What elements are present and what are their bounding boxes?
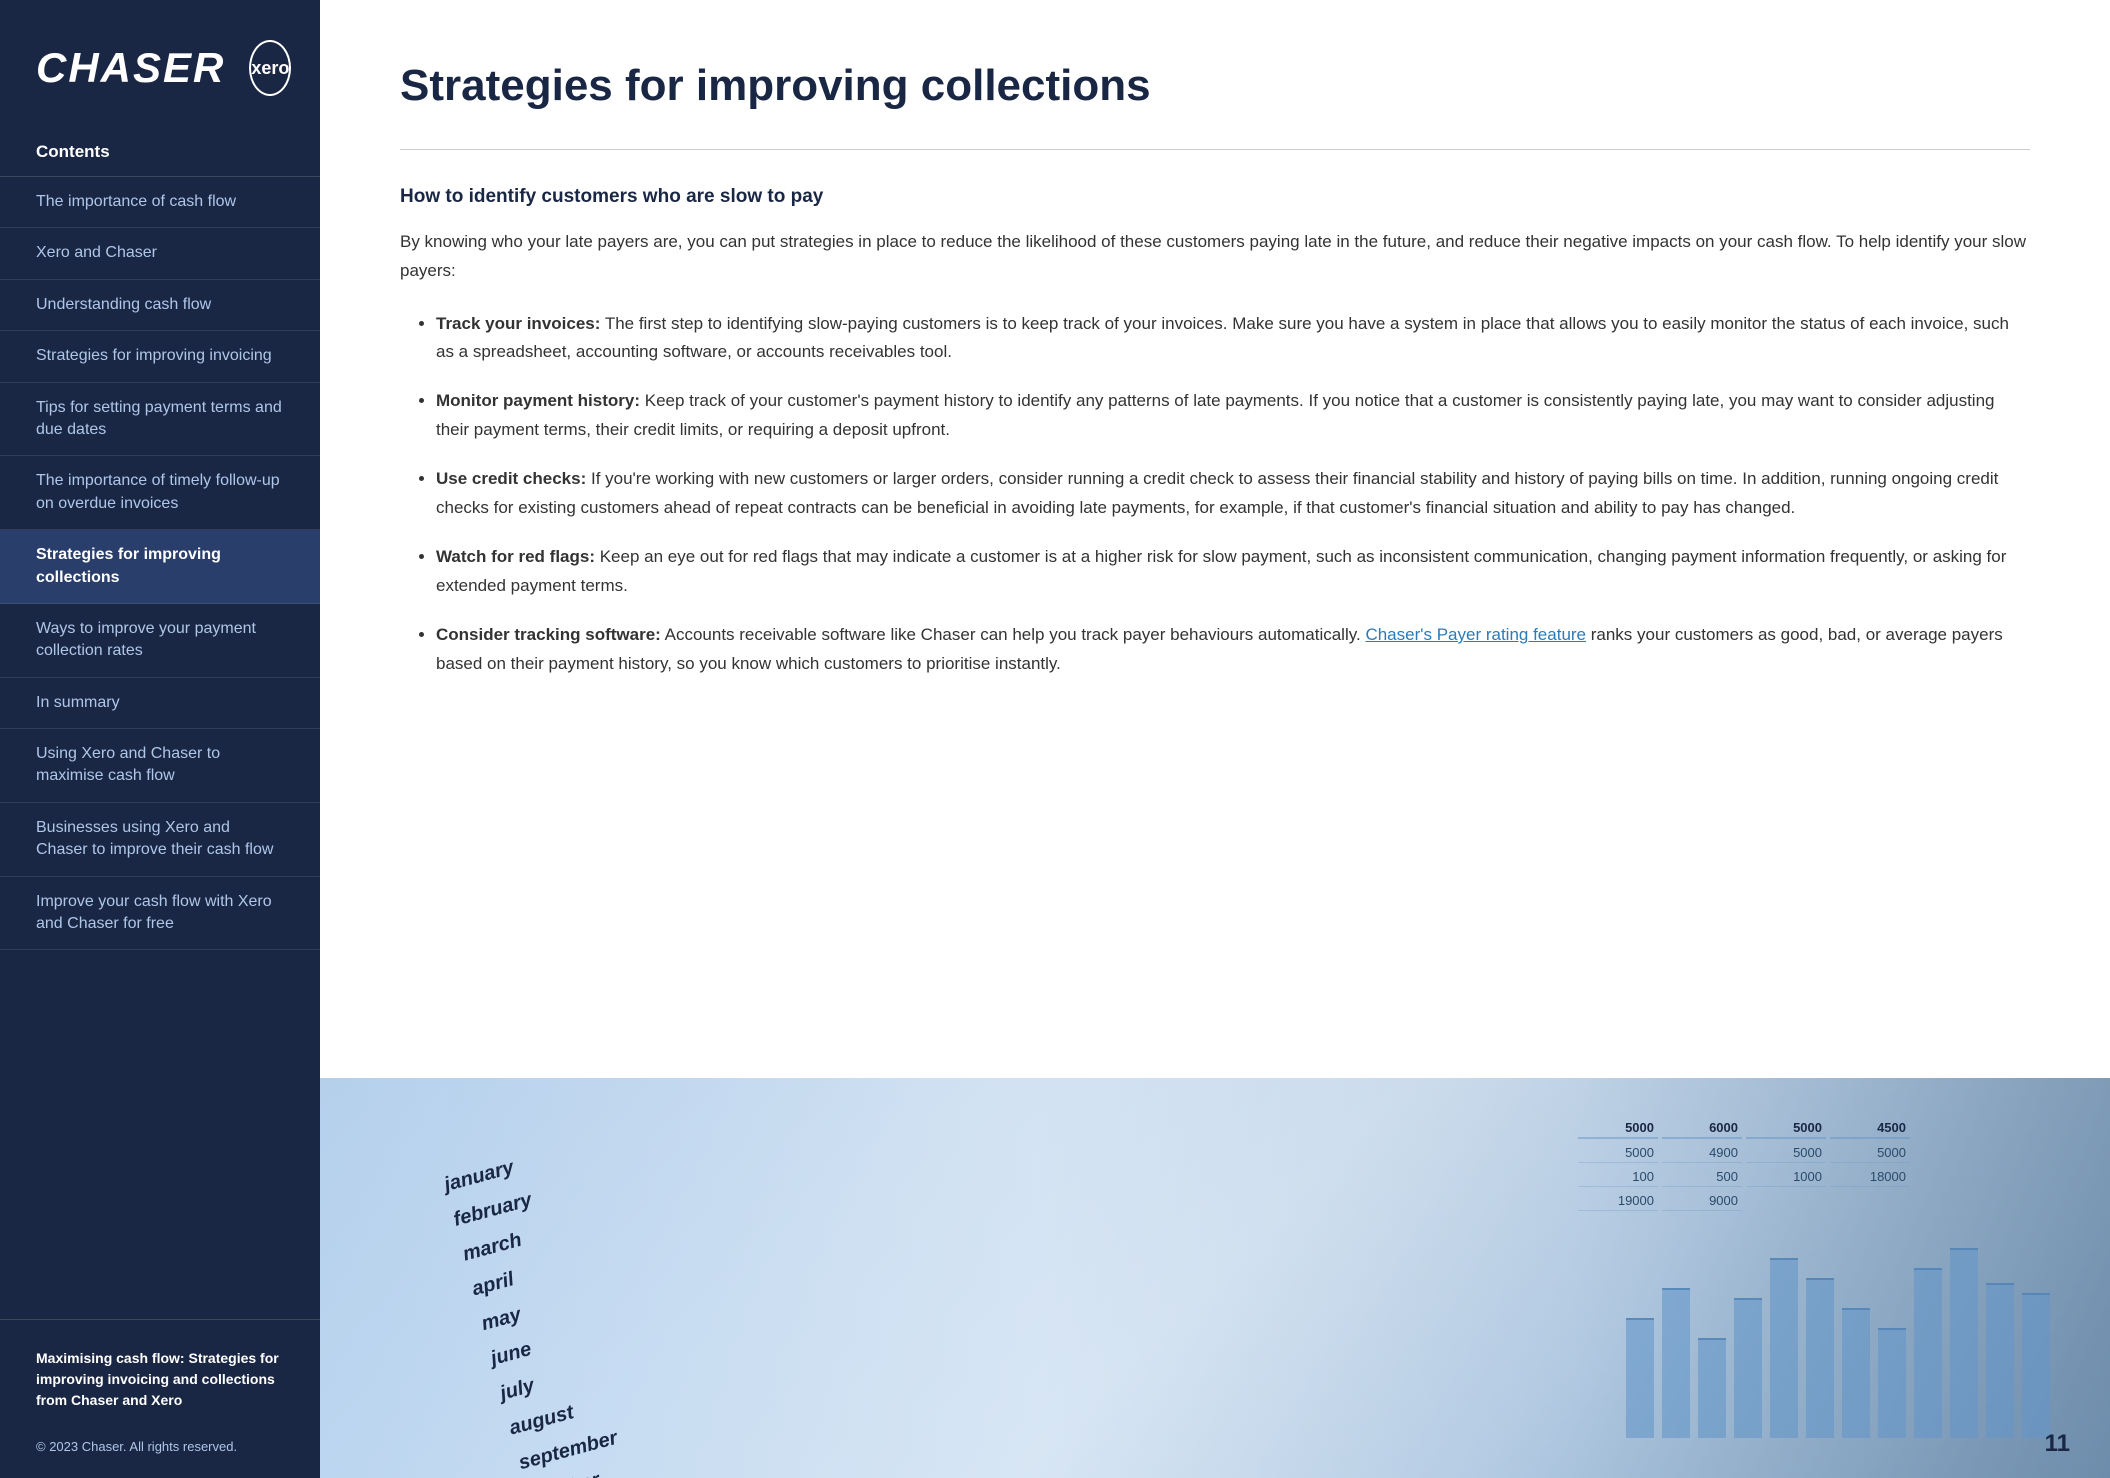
grid-cell: 5000 <box>1578 1118 1658 1139</box>
bullet-item-tracking-software: Consider tracking software: Accounts rec… <box>436 621 2030 679</box>
bar-chart-bar <box>2022 1293 2050 1438</box>
grid-cell: 6000 <box>1662 1118 1742 1139</box>
sidebar-item-in-summary[interactable]: In summary <box>0 678 320 729</box>
grid-cell: 9000 <box>1662 1191 1742 1211</box>
bar-chart-bar <box>1662 1288 1690 1438</box>
grid-cell: 500 <box>1662 1167 1742 1187</box>
grid-cell: 100 <box>1578 1167 1658 1187</box>
payer-rating-link[interactable]: Chaser's Payer rating feature <box>1365 625 1586 644</box>
contents-header[interactable]: Contents <box>0 128 320 177</box>
bullet-item-credit-checks: Use credit checks: If you're working wit… <box>436 465 2030 523</box>
document-title: Maximising cash flow: Strategies for imp… <box>36 1348 284 1411</box>
bar-chart-bar <box>1698 1338 1726 1438</box>
bar-chart-bar <box>1986 1283 2014 1438</box>
sidebar-item-importance-cash-flow[interactable]: The importance of cash flow <box>0 177 320 228</box>
bottom-image: januaryfebruarymarchaprilmayjunejulyaugu… <box>320 1078 2110 1478</box>
bar-chart <box>1626 1218 2050 1438</box>
sidebar-item-improve-free[interactable]: Improve your cash flow with Xero and Cha… <box>0 877 320 951</box>
bar-chart-bar <box>1914 1268 1942 1438</box>
sidebar-item-using-xero-chaser[interactable]: Using Xero and Chaser to maximise cash f… <box>0 729 320 803</box>
content-area: Strategies for improving collections How… <box>320 0 2110 1078</box>
bullet-list: Track your invoices: The first step to i… <box>400 310 2030 679</box>
grid-cell: 5000 <box>1746 1143 1826 1163</box>
grid-cell: 5000 <box>1746 1118 1826 1139</box>
bullet-item-track-invoices: Track your invoices: The first step to i… <box>436 310 2030 368</box>
section-subtitle: How to identify customers who are slow t… <box>400 186 2030 208</box>
bar-chart-bar <box>1950 1248 1978 1438</box>
sidebar-item-importance-follow-up[interactable]: The importance of timely follow-up on ov… <box>0 456 320 530</box>
grid-cell: 5000 <box>1830 1143 1910 1163</box>
bar-chart-bar <box>1770 1258 1798 1438</box>
month-labels: januaryfebruarymarchaprilmayjunejulyaugu… <box>440 1142 640 1478</box>
sidebar: CHASER xero Contents The importance of c… <box>0 0 320 1478</box>
number-grid: 5000600050004500500049005000500010050010… <box>1578 1118 1910 1211</box>
bar-chart-bar <box>1806 1278 1834 1438</box>
bar-chart-bar <box>1878 1328 1906 1438</box>
grid-cell: 4900 <box>1662 1143 1742 1163</box>
intro-paragraph: By knowing who your late payers are, you… <box>400 228 2030 286</box>
bullet-item-monitor-history: Monitor payment history: Keep track of y… <box>436 387 2030 445</box>
sidebar-item-ways-improve-payment[interactable]: Ways to improve your payment collection … <box>0 604 320 678</box>
section-divider <box>400 149 2030 150</box>
sidebar-item-understanding-cash-flow[interactable]: Understanding cash flow <box>0 280 320 331</box>
sidebar-item-strategies-collections[interactable]: Strategies for improving collections <box>0 530 320 604</box>
sidebar-item-businesses-using[interactable]: Businesses using Xero and Chaser to impr… <box>0 803 320 877</box>
main-content: Strategies for improving collections How… <box>320 0 2110 1478</box>
grid-cell: 5000 <box>1578 1143 1658 1163</box>
copyright-text: © 2023 Chaser. All rights reserved. <box>36 1439 284 1454</box>
grid-cell: 4500 <box>1830 1118 1910 1139</box>
bullet-item-red-flags: Watch for red flags: Keep an eye out for… <box>436 543 2030 601</box>
xero-logo: xero <box>249 40 291 96</box>
chaser-logo: CHASER <box>36 44 225 92</box>
bar-chart-bar <box>1626 1318 1654 1438</box>
bar-chart-bar <box>1842 1308 1870 1438</box>
sidebar-navigation: Contents The importance of cash flowXero… <box>0 128 320 1319</box>
grid-cell: 18000 <box>1830 1167 1910 1187</box>
page-title: Strategies for improving collections <box>400 60 2030 113</box>
sidebar-item-tips-payment-terms[interactable]: Tips for setting payment terms and due d… <box>0 383 320 457</box>
sidebar-item-xero-chaser[interactable]: Xero and Chaser <box>0 228 320 279</box>
spreadsheet-visual: januaryfebruarymarchaprilmayjunejulyaugu… <box>360 1108 960 1448</box>
bar-chart-bar <box>1734 1298 1762 1438</box>
grid-cell: 19000 <box>1578 1191 1658 1211</box>
sidebar-footer: Maximising cash flow: Strategies for imp… <box>0 1319 320 1478</box>
sidebar-item-strategies-invoicing[interactable]: Strategies for improving invoicing <box>0 331 320 382</box>
page-number: 11 <box>2045 1430 2070 1458</box>
grid-cell: 1000 <box>1746 1167 1826 1187</box>
sidebar-header: CHASER xero <box>0 0 320 128</box>
